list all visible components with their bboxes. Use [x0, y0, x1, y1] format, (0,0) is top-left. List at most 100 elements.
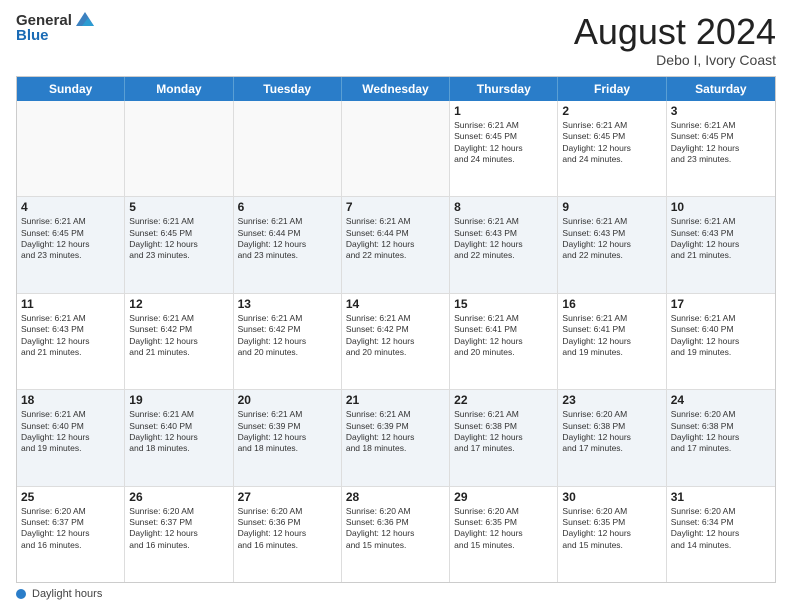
- day-number: 21: [346, 393, 445, 407]
- day-info: Sunrise: 6:21 AM Sunset: 6:38 PM Dayligh…: [454, 409, 553, 455]
- calendar-cell: 3Sunrise: 6:21 AM Sunset: 6:45 PM Daylig…: [667, 101, 775, 196]
- day-number: 24: [671, 393, 771, 407]
- day-number: 23: [562, 393, 661, 407]
- day-number: 8: [454, 200, 553, 214]
- calendar-cell: 7 Sunrise: 6:21 AM Sunset: 6:44 PM Daylig…: [342, 197, 450, 292]
- title-block: August 2024 Debo I, Ivory Coast: [574, 12, 776, 68]
- day-info: Sunrise: 6:21 AM Sunset: 6:40 PM Dayligh…: [21, 409, 120, 455]
- day-info: Sunrise: 6:21 AM Sunset: 6:42 PM Dayligh…: [129, 313, 228, 359]
- day-info: Sunrise: 6:20 AM Sunset: 6:36 PM Dayligh…: [346, 506, 445, 552]
- title-month-year: August 2024: [574, 12, 776, 52]
- calendar-header-cell: Saturday: [667, 77, 775, 101]
- day-info: Sunrise: 6:21 AM Sunset: 6:41 PM Dayligh…: [562, 313, 661, 359]
- calendar-cell: 23 Sunrise: 6:20 AM Sunset: 6:38 PM Dayli…: [558, 390, 666, 485]
- day-number: 20: [238, 393, 337, 407]
- calendar-cell: [342, 101, 450, 196]
- calendar-cell: 28 Sunrise: 6:20 AM Sunset: 6:36 PM Dayli…: [342, 487, 450, 582]
- day-number: 13: [238, 297, 337, 311]
- calendar-cell: 17 Sunrise: 6:21 AM Sunset: 6:40 PM Dayli…: [667, 294, 775, 389]
- footer-dot-icon: [16, 589, 26, 599]
- day-number: 18: [21, 393, 120, 407]
- day-number: 27: [238, 490, 337, 504]
- calendar-header-cell: Wednesday: [342, 77, 450, 101]
- day-info: Sunrise: 6:21 AM Sunset: 6:43 PM Dayligh…: [21, 313, 120, 359]
- day-number: 26: [129, 490, 228, 504]
- calendar-header-cell: Friday: [558, 77, 666, 101]
- calendar-cell: 29 Sunrise: 6:20 AM Sunset: 6:35 PM Dayli…: [450, 487, 558, 582]
- calendar-cell: 11 Sunrise: 6:21 AM Sunset: 6:43 PM Dayli…: [17, 294, 125, 389]
- page: General Blue August 2024 Debo I, Ivory C…: [0, 0, 792, 612]
- day-number: 11: [21, 297, 120, 311]
- day-info: Sunrise: 6:21 AM Sunset: 6:42 PM Dayligh…: [238, 313, 337, 359]
- calendar-cell: 1 Sunrise: 6:21 AM Sunset: 6:45 PM Daylig…: [450, 101, 558, 196]
- calendar-cell: 2Sunrise: 6:21 AM Sunset: 6:45 PM Daylig…: [558, 101, 666, 196]
- day-number: 4: [21, 200, 120, 214]
- calendar-week: 18 Sunrise: 6:21 AM Sunset: 6:40 PM Dayli…: [17, 390, 775, 486]
- calendar-week: 11 Sunrise: 6:21 AM Sunset: 6:43 PM Dayli…: [17, 294, 775, 390]
- calendar-week: 4Sunrise: 6:21 AM Sunset: 6:45 PM Daylig…: [17, 197, 775, 293]
- calendar-cell: 24Sunrise: 6:20 AM Sunset: 6:38 PM Dayli…: [667, 390, 775, 485]
- day-number: 17: [671, 297, 771, 311]
- day-number: 6: [238, 200, 337, 214]
- footer-label: Daylight hours: [32, 588, 102, 600]
- day-number: 14: [346, 297, 445, 311]
- day-number: 16: [562, 297, 661, 311]
- day-info: Sunrise: 6:21 AM Sunset: 6:41 PM Dayligh…: [454, 313, 553, 359]
- logo: General Blue: [16, 12, 96, 45]
- calendar-cell: 13 Sunrise: 6:21 AM Sunset: 6:42 PM Dayli…: [234, 294, 342, 389]
- day-number: 31: [671, 490, 771, 504]
- day-number: 5: [129, 200, 228, 214]
- calendar-cell: 21 Sunrise: 6:21 AM Sunset: 6:39 PM Dayli…: [342, 390, 450, 485]
- day-number: 10: [671, 200, 771, 214]
- day-info: Sunrise: 6:20 AM Sunset: 6:37 PM Dayligh…: [129, 506, 228, 552]
- calendar-week: 25Sunrise: 6:20 AM Sunset: 6:37 PM Dayli…: [17, 487, 775, 582]
- day-number: 30: [562, 490, 661, 504]
- day-info: Sunrise: 6:21 AM Sunset: 6:43 PM Dayligh…: [562, 216, 661, 262]
- day-info: Sunrise: 6:21 AM Sunset: 6:45 PM Dayligh…: [454, 120, 553, 166]
- day-number: 15: [454, 297, 553, 311]
- day-number: 3: [671, 104, 771, 118]
- day-info: Sunrise: 6:21 AM Sunset: 6:44 PM Dayligh…: [346, 216, 445, 262]
- footer: Daylight hours: [16, 588, 776, 600]
- calendar-cell: 18 Sunrise: 6:21 AM Sunset: 6:40 PM Dayli…: [17, 390, 125, 485]
- calendar-cell: 12 Sunrise: 6:21 AM Sunset: 6:42 PM Dayli…: [125, 294, 233, 389]
- calendar-cell: 8 Sunrise: 6:21 AM Sunset: 6:43 PM Daylig…: [450, 197, 558, 292]
- calendar-cell: 26 Sunrise: 6:20 AM Sunset: 6:37 PM Dayli…: [125, 487, 233, 582]
- day-info: Sunrise: 6:21 AM Sunset: 6:39 PM Dayligh…: [346, 409, 445, 455]
- calendar-header-row: SundayMondayTuesdayWednesdayThursdayFrid…: [17, 77, 775, 101]
- day-info: Sunrise: 6:20 AM Sunset: 6:36 PM Dayligh…: [238, 506, 337, 552]
- day-number: 29: [454, 490, 553, 504]
- calendar-header-cell: Monday: [125, 77, 233, 101]
- day-info: Sunrise: 6:20 AM Sunset: 6:38 PM Dayligh…: [562, 409, 661, 455]
- day-info: Sunrise: 6:21 AM Sunset: 6:39 PM Dayligh…: [238, 409, 337, 455]
- calendar-cell: 10Sunrise: 6:21 AM Sunset: 6:43 PM Dayli…: [667, 197, 775, 292]
- calendar-cell: [17, 101, 125, 196]
- day-number: 28: [346, 490, 445, 504]
- calendar-cell: 16 Sunrise: 6:21 AM Sunset: 6:41 PM Dayli…: [558, 294, 666, 389]
- logo-blue-text: Blue: [16, 28, 96, 45]
- day-number: 1: [454, 104, 553, 118]
- calendar-cell: [234, 101, 342, 196]
- calendar: SundayMondayTuesdayWednesdayThursdayFrid…: [16, 76, 776, 583]
- day-number: 2: [562, 104, 661, 118]
- calendar-cell: 22 Sunrise: 6:21 AM Sunset: 6:38 PM Dayli…: [450, 390, 558, 485]
- day-info: Sunrise: 6:21 AM Sunset: 6:44 PM Dayligh…: [238, 216, 337, 262]
- day-number: 7: [346, 200, 445, 214]
- calendar-cell: 25Sunrise: 6:20 AM Sunset: 6:37 PM Dayli…: [17, 487, 125, 582]
- calendar-header-cell: Sunday: [17, 77, 125, 101]
- calendar-cell: 4Sunrise: 6:21 AM Sunset: 6:45 PM Daylig…: [17, 197, 125, 292]
- calendar-cell: 5Sunrise: 6:21 AM Sunset: 6:45 PM Daylig…: [125, 197, 233, 292]
- calendar-cell: 19Sunrise: 6:21 AM Sunset: 6:40 PM Dayli…: [125, 390, 233, 485]
- day-info: Sunrise: 6:21 AM Sunset: 6:43 PM Dayligh…: [454, 216, 553, 262]
- calendar-cell: 14Sunrise: 6:21 AM Sunset: 6:42 PM Dayli…: [342, 294, 450, 389]
- calendar-header-cell: Thursday: [450, 77, 558, 101]
- title-location: Debo I, Ivory Coast: [574, 52, 776, 68]
- day-info: Sunrise: 6:20 AM Sunset: 6:35 PM Dayligh…: [454, 506, 553, 552]
- day-info: Sunrise: 6:21 AM Sunset: 6:40 PM Dayligh…: [671, 313, 771, 359]
- day-number: 12: [129, 297, 228, 311]
- day-number: 9: [562, 200, 661, 214]
- calendar-cell: 30Sunrise: 6:20 AM Sunset: 6:35 PM Dayli…: [558, 487, 666, 582]
- calendar-cell: 27 Sunrise: 6:20 AM Sunset: 6:36 PM Dayli…: [234, 487, 342, 582]
- calendar-week: 1 Sunrise: 6:21 AM Sunset: 6:45 PM Daylig…: [17, 101, 775, 197]
- day-number: 22: [454, 393, 553, 407]
